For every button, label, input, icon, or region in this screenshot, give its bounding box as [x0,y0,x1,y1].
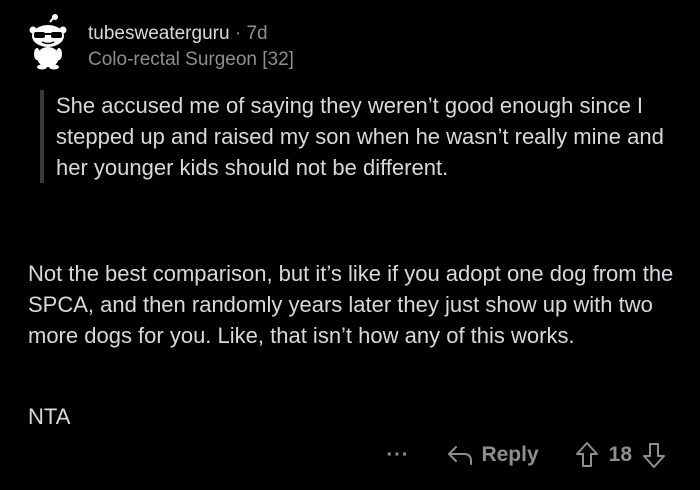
blockquote: She accused me of saying they weren’t go… [40,90,680,183]
comment-paragraph: Not the best comparison, but it’s like i… [28,261,674,348]
comment-meta: tubesweaterguru · 7d Colo-rectal Surgeon… [88,22,294,72]
comment-age: 7d [246,23,268,44]
downvote-arrow-icon[interactable] [642,441,666,469]
comment-header: tubesweaterguru · 7d Colo-rectal Surgeon… [20,14,294,74]
comment-verdict: NTA [28,404,71,429]
meta-separator: · [234,23,242,44]
comment: tubesweaterguru · 7d Colo-rectal Surgeon… [0,0,700,490]
reply-arrow-icon [448,446,473,465]
comment-actions: ··· Reply 18 [386,440,666,470]
username[interactable]: tubesweaterguru [88,23,230,44]
more-options-button[interactable]: ··· [386,445,409,465]
reply-button[interactable]: Reply [447,443,539,467]
upvote-arrow-icon[interactable] [575,441,599,469]
user-flair: Colo-rectal Surgeon [32] [88,49,294,70]
user-avatar[interactable] [20,14,76,70]
quote-text: She accused me of saying they weren’t go… [56,93,664,180]
vote-score: 18 [608,443,632,466]
vote-controls: 18 [575,441,666,469]
reply-label: Reply [481,443,539,466]
snoo-avatar-icon [29,14,67,70]
author-line: tubesweaterguru · 7d [88,22,294,46]
